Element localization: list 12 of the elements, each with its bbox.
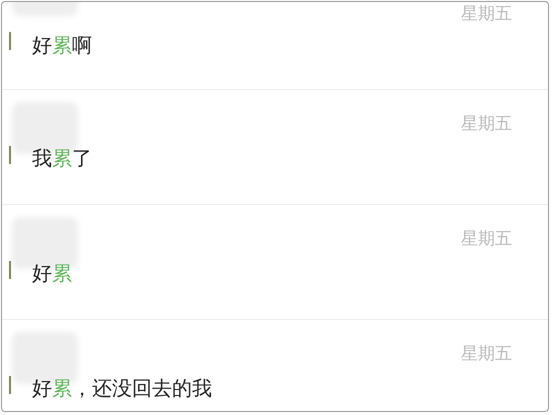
chat-result-row[interactable]: 星期五 好累啊: [2, 2, 548, 90]
message-time: 星期五: [461, 343, 512, 365]
message-time: 星期五: [461, 3, 512, 25]
message-text: 好累: [32, 260, 72, 287]
message-time: 星期五: [461, 228, 512, 250]
chat-result-row[interactable]: 星期五 好累，还没回去的我: [2, 320, 548, 411]
chat-result-row[interactable]: 星期五 好累: [2, 205, 548, 320]
message-text: 好累，还没回去的我: [32, 375, 212, 402]
message-time: 星期五: [461, 113, 512, 135]
chat-result-row[interactable]: 星期五 我累了: [2, 90, 548, 205]
message-text: 好累啊: [32, 32, 92, 59]
message-text: 我累了: [32, 145, 92, 172]
